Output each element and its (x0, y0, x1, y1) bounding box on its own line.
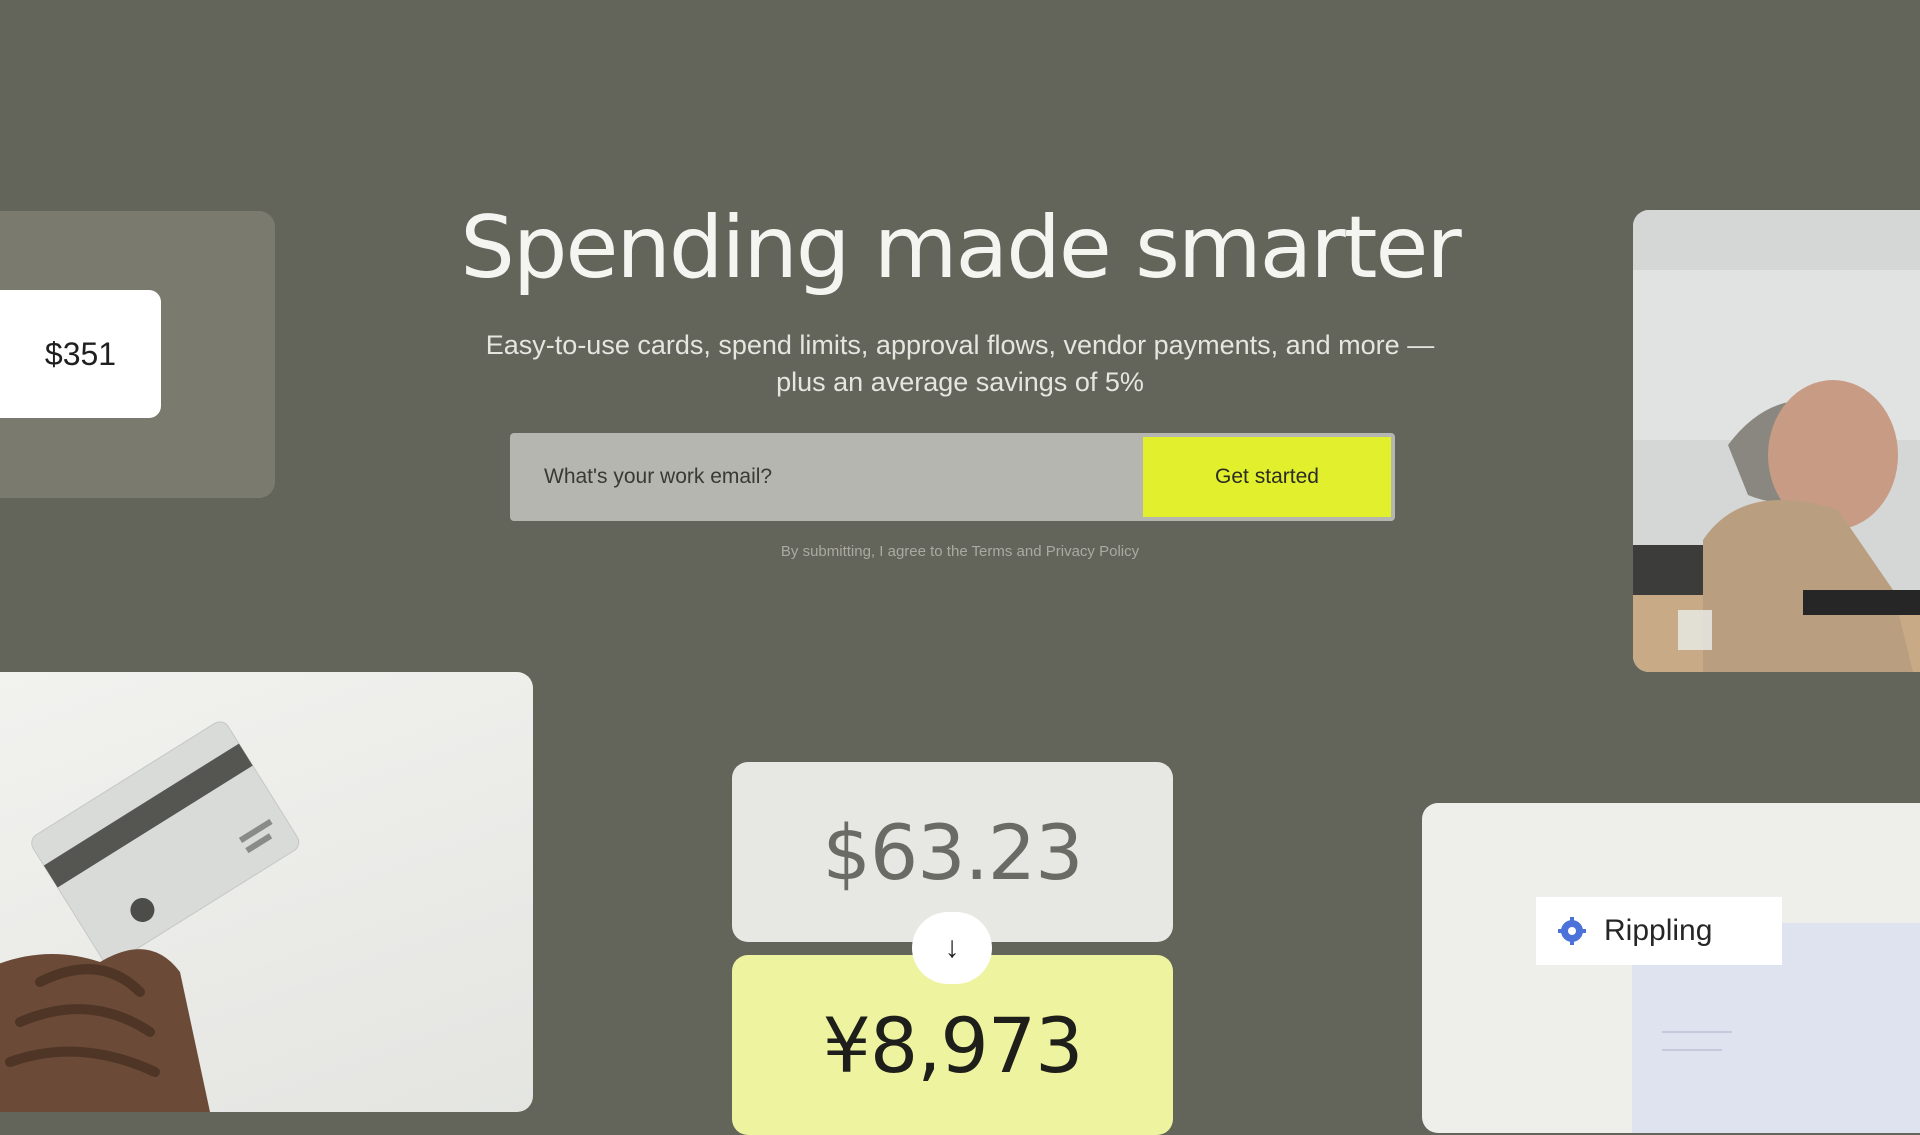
hero-title: Spending made smarter (460, 198, 1461, 298)
source-amount: $63.23 (822, 807, 1084, 897)
get-started-button[interactable]: Get started (1143, 437, 1391, 517)
integration-label: Rippling (1604, 914, 1713, 947)
email-input[interactable] (510, 433, 1139, 521)
card-in-hand-photo (0, 672, 533, 1112)
card-in-hand-illustration (0, 721, 300, 1112)
gear-icon (1558, 917, 1586, 945)
integration-card (1422, 803, 1920, 1133)
transaction-amount: $351 (0, 290, 161, 418)
office-worker-illustration (1633, 210, 1920, 672)
converted-amount: ¥8,973 (822, 1000, 1084, 1090)
arrow-down-icon: ↓ (912, 912, 992, 984)
signup-disclaimer: By submitting, I agree to the Terms and … (780, 543, 1140, 560)
integration-badge: Rippling (1536, 897, 1782, 965)
signup-form: Get started (510, 433, 1395, 521)
office-worker-photo (1633, 210, 1920, 672)
hero-subtitle: Easy-to-use cards, spend limits, approva… (485, 330, 1435, 397)
